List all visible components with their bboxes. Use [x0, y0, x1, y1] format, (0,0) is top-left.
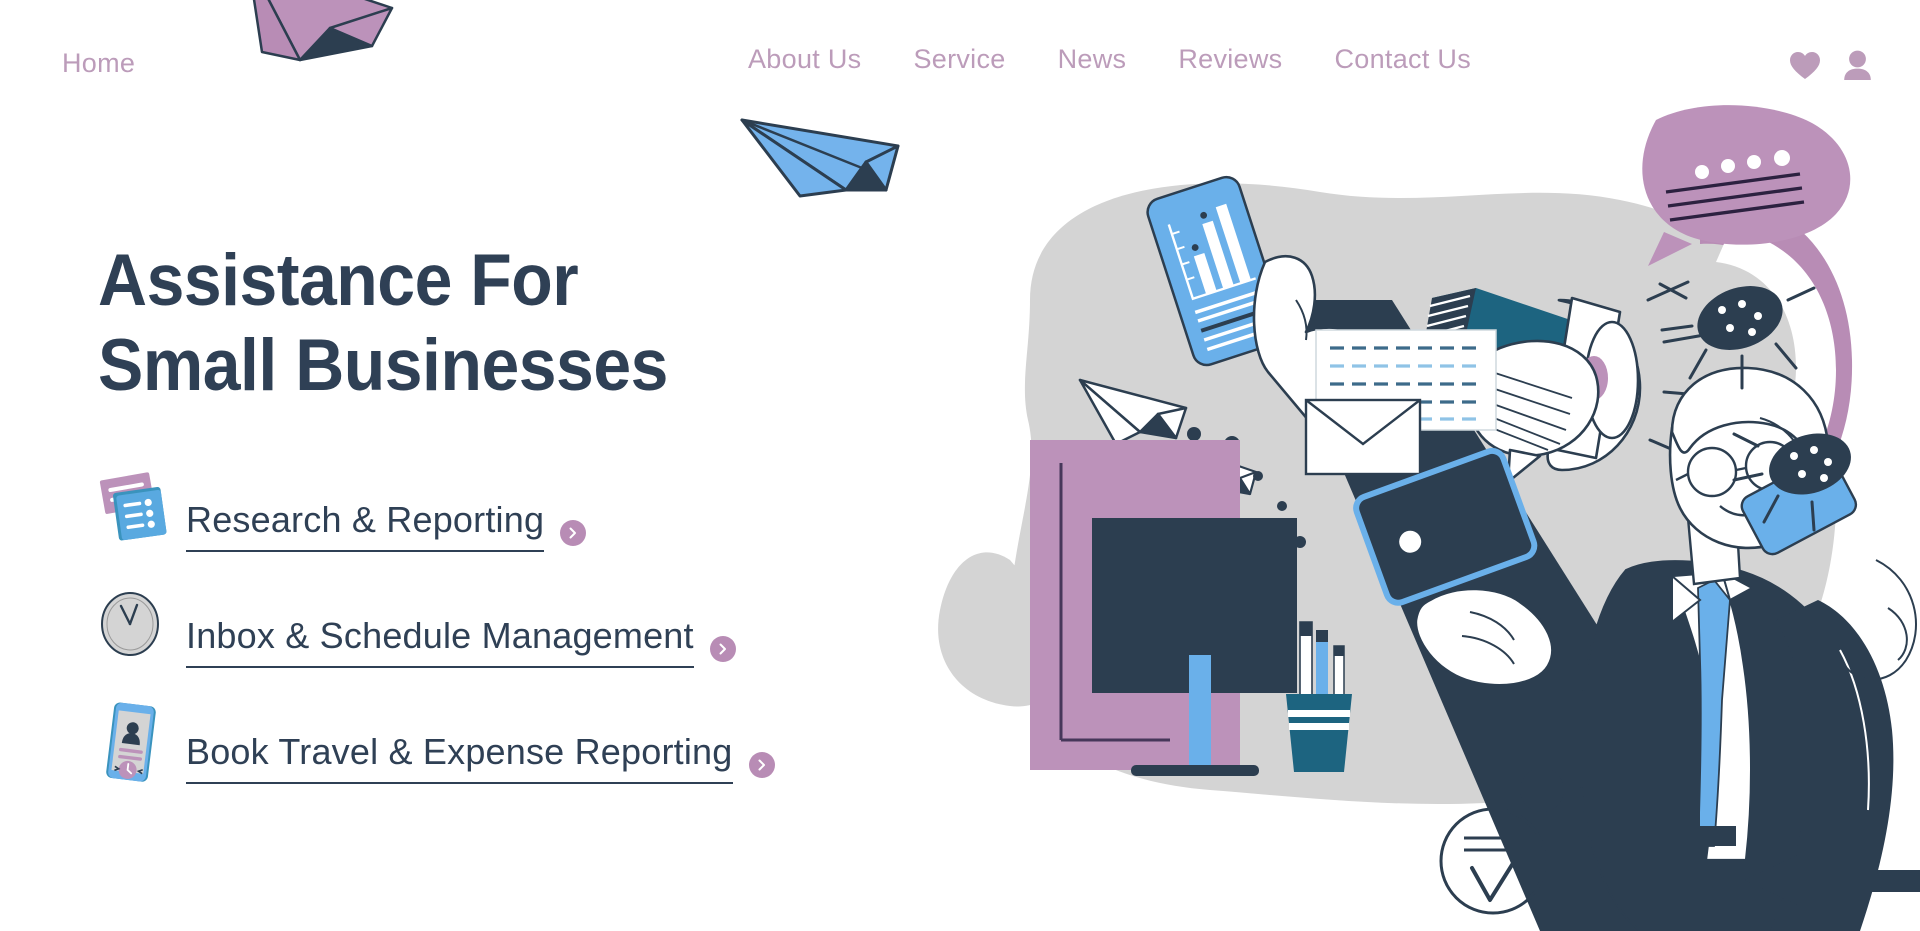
chevron-right-icon[interactable]	[560, 520, 587, 546]
feature-item-research-reporting[interactable]: Research & Reporting	[98, 468, 775, 552]
nav-link-contact-us[interactable]: Contact Us	[1334, 44, 1471, 75]
speech-bubble-purple	[1642, 105, 1851, 266]
envelope	[1304, 398, 1422, 476]
smartphone-profile-icon	[98, 700, 170, 782]
feature-label: Research & Reporting	[186, 499, 545, 540]
feature-label: Inbox & Schedule Management	[186, 615, 694, 656]
feature-item-book-travel[interactable]: Book Travel & Expense Reporting	[98, 700, 775, 784]
headline-line-1: Assistance For	[98, 240, 579, 321]
nav-link-about-us[interactable]: About Us	[748, 44, 861, 75]
clock-icon	[98, 584, 170, 662]
nav-link-home[interactable]: Home	[62, 48, 135, 79]
cards-list-icon	[98, 468, 170, 546]
nav-link-service[interactable]: Service	[913, 44, 1005, 75]
nav-link-news[interactable]: News	[1058, 44, 1127, 75]
feature-text-wrap: Book Travel & Expense Reporting	[186, 731, 733, 784]
feature-text-wrap: Inbox & Schedule Management	[186, 615, 694, 668]
nav-link-reviews[interactable]: Reviews	[1178, 44, 1282, 75]
main-navigation: Home About Us Service News Reviews Conta…	[0, 0, 1920, 100]
nav-icons-group	[1789, 50, 1872, 81]
feature-text-wrap: Research & Reporting	[186, 499, 545, 552]
landing-page: Home About Us Service News Reviews Conta…	[0, 0, 1920, 931]
feature-item-inbox-schedule[interactable]: Inbox & Schedule Management	[98, 584, 775, 668]
user-icon[interactable]	[1843, 50, 1872, 81]
navy-dot	[1520, 768, 1564, 812]
headline-line-2: Small Businesses	[98, 325, 668, 407]
feature-label: Book Travel & Expense Reporting	[186, 731, 733, 772]
chevron-right-icon[interactable]	[709, 636, 736, 662]
page-title: Assistance For Small Businesses	[98, 238, 805, 409]
nav-links-group: About Us Service News Reviews Contact Us	[748, 44, 1471, 75]
heart-icon[interactable]	[1789, 51, 1821, 80]
feature-list: Research & Reporting Inbox & Schedule Ma…	[98, 468, 775, 816]
chevron-right-icon[interactable]	[748, 752, 775, 778]
hero-content: Assistance For Small Businesses Research…	[0, 0, 1030, 931]
